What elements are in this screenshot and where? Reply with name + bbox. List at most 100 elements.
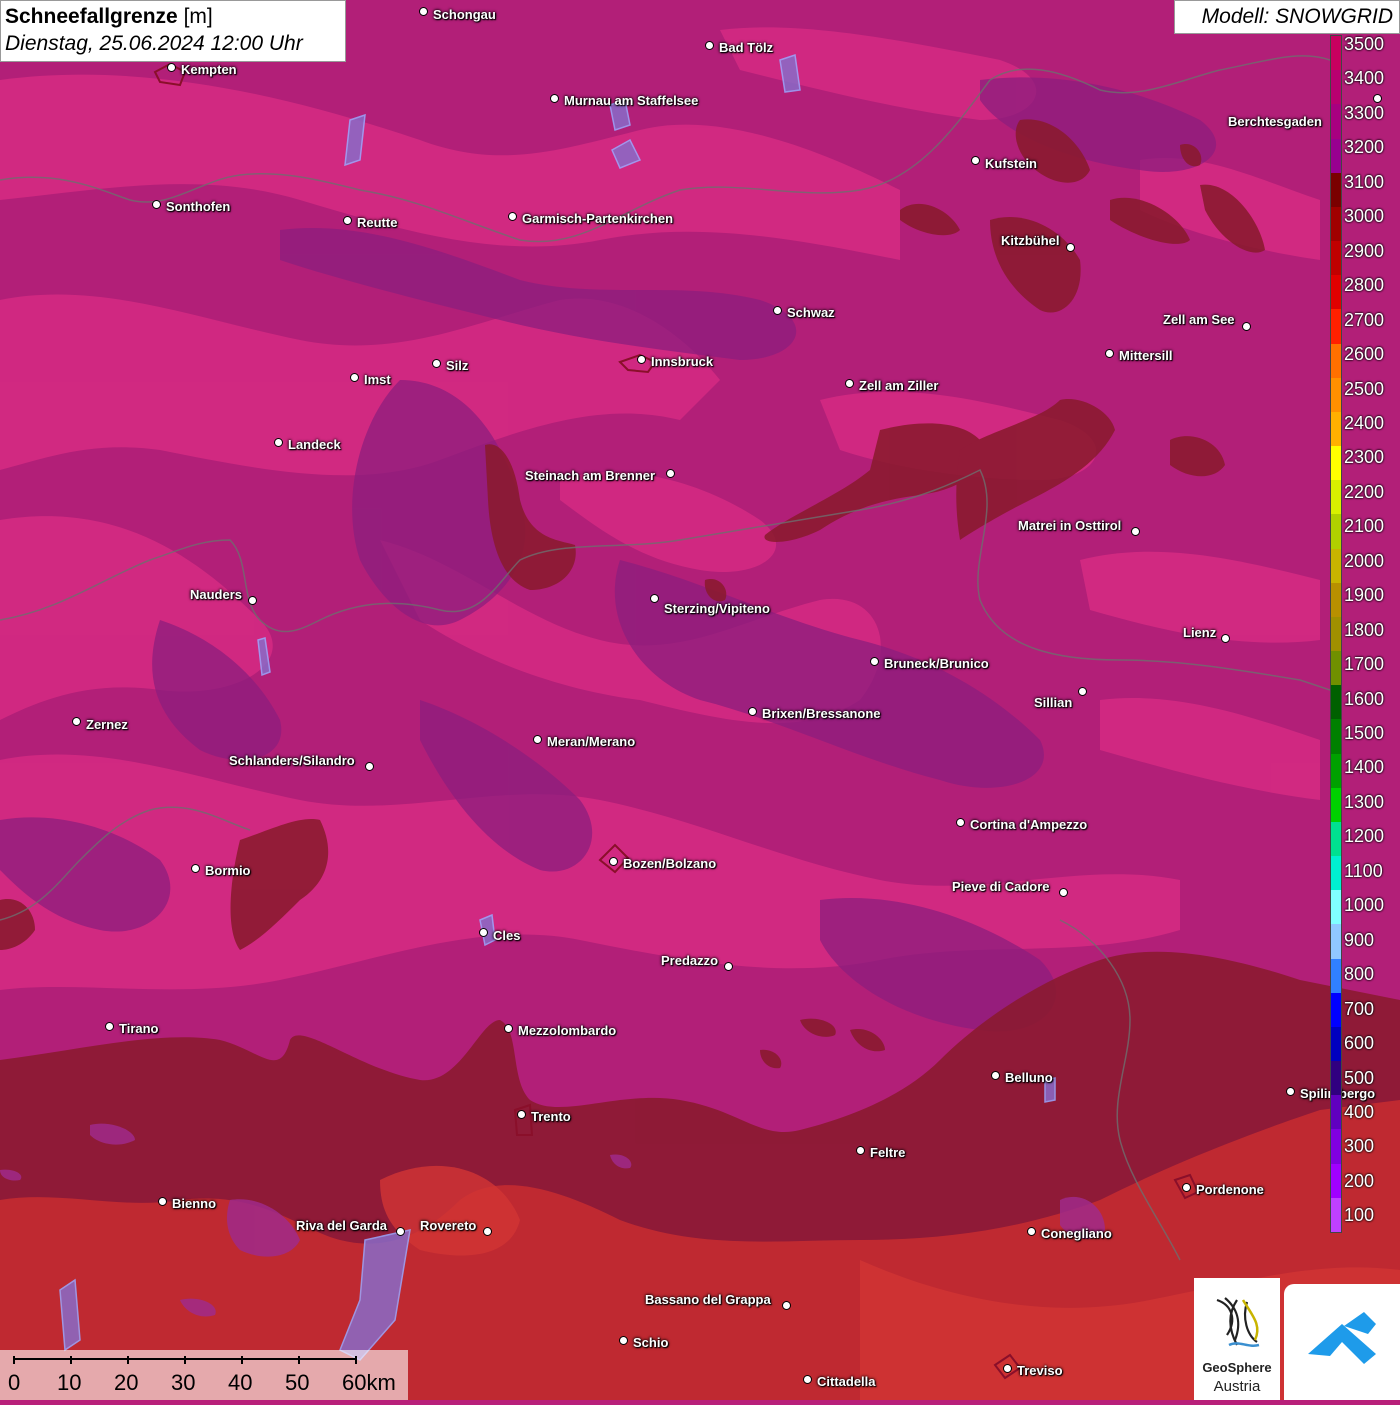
city-label: Bozen/Bolzano [623,856,717,871]
city-marker[interactable] [1373,94,1382,103]
legend-swatch [1331,548,1341,584]
scale-tick [127,1356,129,1364]
scale-tick [241,1356,243,1364]
legend-label: 400 [1344,1101,1375,1122]
city-marker[interactable] [432,359,441,368]
city-marker[interactable] [105,1022,114,1031]
city-marker[interactable] [504,1024,513,1033]
city-marker[interactable] [274,438,283,447]
geosphere-emblem-icon [1216,1297,1260,1347]
city-marker[interactable] [483,1227,492,1236]
legend-label: 100 [1344,1205,1375,1226]
legend-label: 1900 [1344,585,1385,606]
city-marker[interactable] [856,1146,865,1155]
legend-swatch [1331,1129,1341,1165]
city-marker[interactable] [396,1227,405,1236]
city-marker[interactable] [971,156,980,165]
city-marker[interactable] [1027,1227,1036,1236]
city-marker[interactable] [1059,888,1068,897]
legend-label: 2400 [1344,412,1385,433]
legend-swatch [1331,241,1341,276]
city-label: Murnau am Staffelsee [564,93,699,108]
city-marker[interactable] [158,1197,167,1206]
city-marker[interactable] [782,1301,791,1310]
city-marker[interactable] [191,864,200,873]
city-marker[interactable] [550,94,559,103]
legend-label: 1800 [1344,619,1385,640]
city-marker[interactable] [1131,527,1140,536]
city-label: Berchtesgaden [1228,114,1322,129]
legend-label: 3100 [1344,171,1385,192]
city-marker[interactable] [956,818,965,827]
city-marker[interactable] [533,735,542,744]
city-marker[interactable] [419,7,428,16]
city-marker[interactable] [1105,349,1114,358]
city-label: Zell am See [1163,312,1235,327]
city-marker[interactable] [1078,687,1087,696]
city-label: Mezzolombardo [518,1023,617,1038]
city-marker[interactable] [773,306,782,315]
scale-label: 60km [342,1370,396,1395]
legend-label: 600 [1344,1033,1375,1054]
app-logo[interactable] [1284,1284,1400,1400]
legend-label: 2800 [1344,275,1385,296]
city-marker[interactable] [152,200,161,209]
city-label: Feltre [870,1145,906,1160]
city-marker[interactable] [1242,322,1251,331]
city-marker[interactable] [72,717,81,726]
legend-label: 2500 [1344,378,1385,399]
legend-swatch [1331,685,1341,720]
city-label: Sillian [1034,695,1073,710]
city-marker[interactable] [705,41,714,50]
city-marker[interactable] [350,373,359,382]
city-label: Bruneck/Brunico [884,656,989,671]
city-marker[interactable] [637,355,646,364]
city-label: Garmisch-Partenkirchen [522,211,674,226]
legend-label: 800 [1344,964,1375,985]
city-marker[interactable] [1286,1087,1295,1096]
legend-swatch [1331,924,1341,960]
city-marker[interactable] [666,469,675,478]
legend-label: 1700 [1344,654,1385,675]
city-marker[interactable] [167,63,176,72]
city-label: Schlanders/Silandro [229,753,355,768]
legend-swatch [1331,514,1341,550]
city-marker[interactable] [870,657,879,666]
legend-swatch [1331,787,1341,823]
city-marker[interactable] [803,1375,812,1384]
legend-swatch [1331,104,1341,139]
city-marker[interactable] [479,928,488,937]
legend-swatch [1331,890,1341,925]
city-marker[interactable] [619,1336,628,1345]
city-marker[interactable] [650,594,659,603]
city-marker[interactable] [609,857,618,866]
map-title: Schneefallgrenze [m] [5,5,213,28]
city-marker[interactable] [1066,243,1075,252]
legend-swatch [1331,70,1341,105]
scale-bar: 0 10 20 30 40 50 60km [0,1350,408,1400]
legend-label: 1200 [1344,826,1385,847]
city-marker[interactable] [1003,1364,1012,1373]
city-label: Kempten [181,62,237,77]
city-label: Sterzing/Vipiteno [664,601,770,616]
legend-swatch [1331,172,1341,208]
geosphere-line2: Austria [1213,1378,1261,1395]
city-marker[interactable] [343,216,352,225]
city-marker[interactable] [724,962,733,971]
city-marker[interactable] [845,379,854,388]
legend-swatch [1331,753,1341,789]
scale-label: 40 [228,1370,253,1395]
city-marker[interactable] [1182,1183,1191,1192]
city-label: Matrei in Osttirol [1018,518,1122,533]
city-marker[interactable] [517,1110,526,1119]
city-marker[interactable] [748,707,757,716]
city-marker[interactable] [508,212,517,221]
legend-label: 3000 [1344,206,1385,227]
scale-label: 0 [8,1370,21,1395]
city-marker[interactable] [1221,634,1230,643]
city-marker[interactable] [365,762,374,771]
city-marker[interactable] [991,1071,1000,1080]
scale-label: 20 [114,1370,139,1395]
app-logo-icon [1308,1312,1376,1364]
city-marker[interactable] [248,596,257,605]
